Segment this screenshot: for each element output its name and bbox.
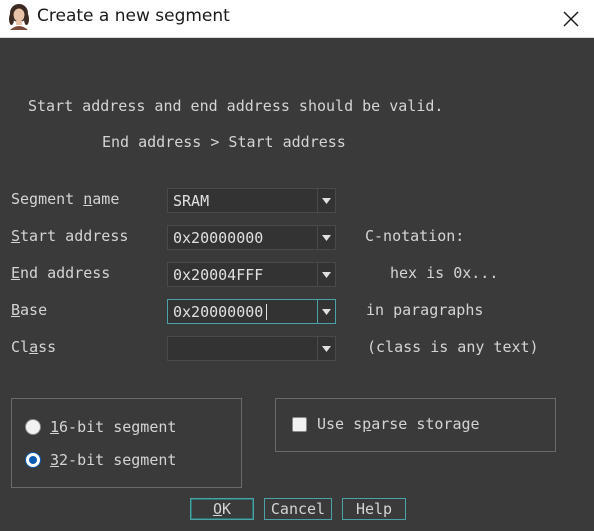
close-icon [563,11,579,26]
app-portrait-icon [9,4,29,30]
title-bar: Create a new segment [0,0,594,38]
end-address-input[interactable] [168,263,318,286]
start-address-input[interactable] [168,226,318,249]
class-input[interactable] [168,337,318,360]
ok-button[interactable]: OK [190,498,254,520]
info-message-line2: End address > Start address [102,133,346,151]
base-combo[interactable] [167,299,336,324]
chevron-down-icon [322,308,331,315]
end-address-combo[interactable] [167,262,336,287]
paragraphs-note: in paragraphs [366,301,484,319]
chevron-down-icon [322,271,331,278]
sparse-storage-checkbox[interactable] [292,416,307,432]
radio-32-bit[interactable]: 32-bit segment [25,449,176,471]
sparse-storage-label: Use sparse storage [317,415,480,433]
radio-32-bit-indicator[interactable] [25,452,41,468]
help-button[interactable]: Help [342,498,406,520]
class-combo[interactable] [167,336,336,361]
window-title: Create a new segment [37,6,230,26]
chevron-down-icon [322,197,331,204]
start-address-combo[interactable] [167,225,336,250]
segment-name-dropdown-button[interactable] [317,189,335,212]
text-caret [266,304,267,320]
close-button[interactable] [548,0,594,37]
class-label: Class [11,338,57,356]
radio-16-bit-indicator[interactable] [25,419,41,435]
radio-16-bit-label: 16-bit segment [50,418,177,436]
radio-16-bit[interactable]: 16-bit segment [25,416,176,438]
bitness-group: 16-bit segment 32-bit segment [11,398,242,488]
base-dropdown-button[interactable] [317,300,335,323]
c-notation-note: C-notation: [365,227,465,245]
dialog-body: Start address and end address should be … [0,38,594,531]
segment-name-combo[interactable] [167,188,336,213]
chevron-down-icon [322,345,331,352]
chevron-down-icon [322,234,331,241]
sparse-storage-checkbox-row[interactable]: Use sparse storage [292,413,480,435]
base-input[interactable] [168,300,318,323]
segment-name-input[interactable] [168,189,318,212]
sparse-storage-group: Use sparse storage [275,398,556,452]
base-label: Base [11,301,48,319]
class-note: (class is any text) [367,338,539,356]
end-address-label: End address [11,264,111,282]
radio-32-bit-label: 32-bit segment [50,451,177,469]
segment-name-label: Segment name [11,190,120,208]
info-message-line1: Start address and end address should be … [28,97,444,115]
cancel-button[interactable]: Cancel [264,498,332,520]
class-dropdown-button[interactable] [317,337,335,360]
end-address-dropdown-button[interactable] [317,263,335,286]
hex-note: hex is 0x... [390,264,499,282]
start-address-label: Start address [11,227,129,245]
start-address-dropdown-button[interactable] [317,226,335,249]
